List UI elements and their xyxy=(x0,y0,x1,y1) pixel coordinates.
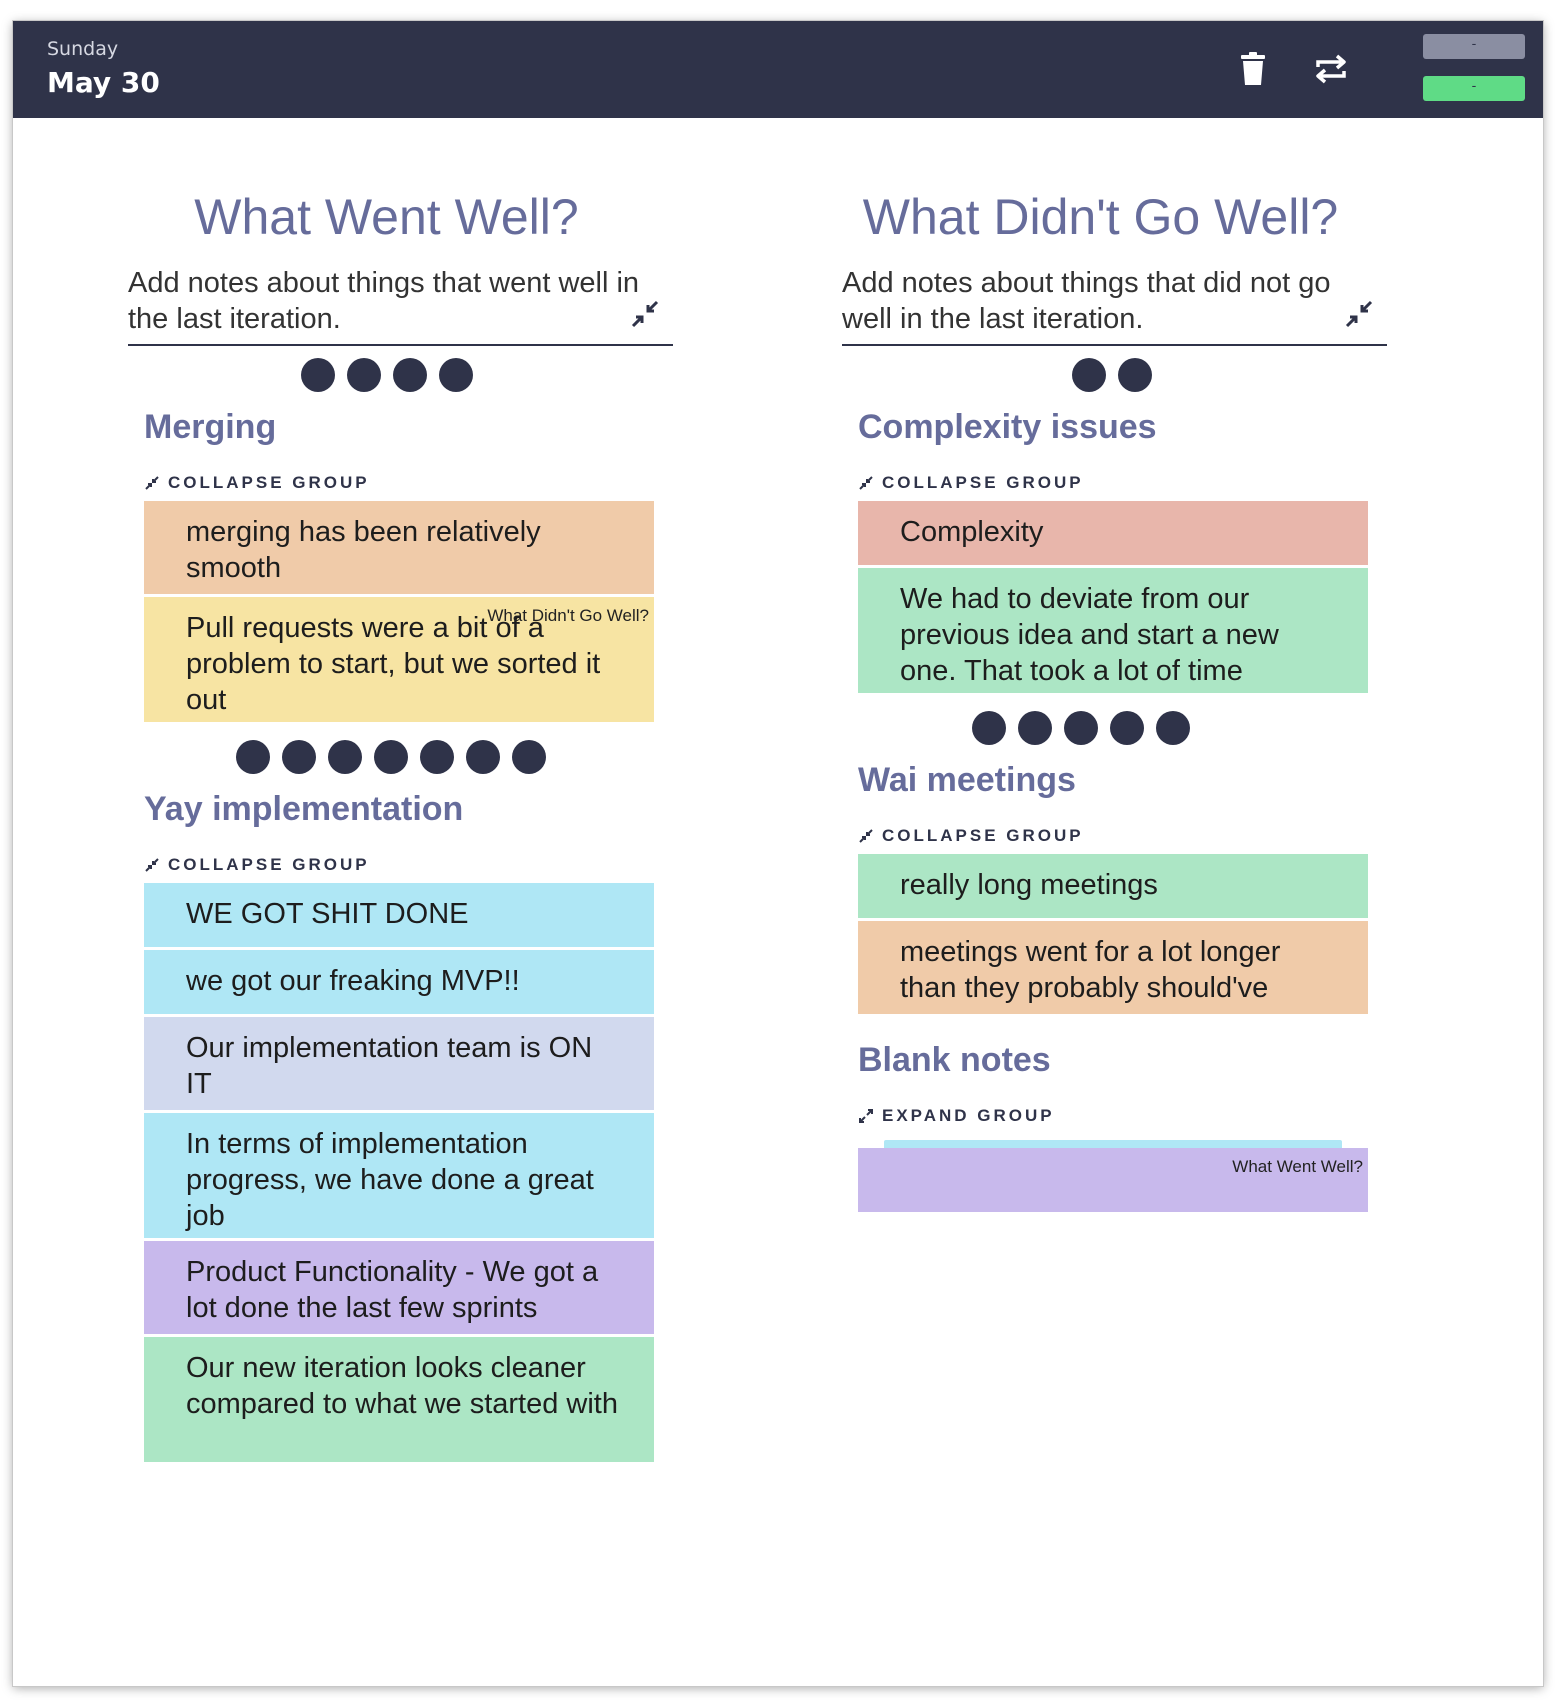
collapse-group-button[interactable]: COLLAPSE GROUP xyxy=(144,855,370,875)
collapse-icon xyxy=(859,829,873,843)
collapse-group-label: COLLAPSE GROUP xyxy=(168,855,370,874)
note-card[interactable]: meetings went for a lot longer than they… xyxy=(858,921,1368,1014)
note-card[interactable]: Our new iteration looks cleaner compared… xyxy=(144,1337,654,1462)
note-card[interactable]: really long meetings xyxy=(858,854,1368,918)
collapse-icon xyxy=(145,858,159,872)
vote-dot xyxy=(512,740,546,774)
green-status-button[interactable]: - xyxy=(1423,76,1525,101)
gray-status-button[interactable]: - xyxy=(1423,34,1525,59)
vote-dot xyxy=(439,358,473,392)
vote-dot xyxy=(466,740,500,774)
vote-dot xyxy=(1110,711,1144,745)
group-title: Yay implementation xyxy=(144,790,464,828)
expand-icon xyxy=(859,1109,873,1123)
vote-dot xyxy=(972,711,1006,745)
note-card[interactable]: We had to deviate from our previous idea… xyxy=(858,568,1368,693)
vote-dot xyxy=(301,358,335,392)
swap-icon[interactable] xyxy=(1311,49,1351,89)
note-card[interactable]: Product Functionality - We got a lot don… xyxy=(144,1241,654,1334)
note-text: In terms of implementation progress, we … xyxy=(186,1128,594,1232)
note-text: Our implementation team is ON IT xyxy=(186,1032,593,1100)
note-card[interactable]: merging has been relatively smooth xyxy=(144,501,654,594)
trash-icon[interactable] xyxy=(1233,49,1273,89)
vote-dot xyxy=(282,740,316,774)
vote-dot xyxy=(236,740,270,774)
note-text: merging has been relatively smooth xyxy=(186,516,541,584)
expand-group-button[interactable]: EXPAND GROUP xyxy=(858,1106,1055,1126)
note-text: Product Functionality - We got a lot don… xyxy=(186,1256,599,1324)
group-title: Complexity issues xyxy=(858,408,1157,446)
collapse-icon[interactable] xyxy=(1343,298,1375,330)
vote-dot xyxy=(347,358,381,392)
vote-dot xyxy=(1072,358,1106,392)
date-label: May 30 xyxy=(47,66,160,99)
column-description: Add notes about things that did not go w… xyxy=(842,267,1331,335)
vote-dot xyxy=(1064,711,1098,745)
note-card[interactable]: we got our freaking MVP!! xyxy=(144,950,654,1014)
note-card[interactable]: In terms of implementation progress, we … xyxy=(144,1113,654,1238)
collapse-group-label: COLLAPSE GROUP xyxy=(168,473,370,492)
note-card[interactable]: What Went Well? xyxy=(858,1148,1368,1212)
note-text: We had to deviate from our previous idea… xyxy=(900,583,1279,687)
note-card[interactable]: Our implementation team is ON IT xyxy=(144,1017,654,1110)
note-text: really long meetings xyxy=(900,869,1158,901)
vote-dot xyxy=(328,740,362,774)
note-source-tag: What Went Well? xyxy=(1232,1157,1363,1176)
note-text: WE GOT SHIT DONE xyxy=(186,898,469,930)
note-card[interactable]: What Didn't Go Well? Pull requests were … xyxy=(144,597,654,722)
vote-dot xyxy=(1118,358,1152,392)
collapse-group-button[interactable]: COLLAPSE GROUP xyxy=(144,473,370,493)
collapse-group-label: COLLAPSE GROUP xyxy=(882,473,1084,492)
column-title: What Didn't Go Well? xyxy=(862,189,1339,245)
column-title: What Went Well? xyxy=(194,189,579,245)
vote-dot xyxy=(1156,711,1190,745)
note-card[interactable]: WE GOT SHIT DONE xyxy=(144,883,654,947)
app-window: Sunday May 30 - - What Went Well? Add no… xyxy=(13,21,1543,1686)
note-source-tag: What Didn't Go Well? xyxy=(487,606,649,625)
note-card[interactable]: Complexity xyxy=(858,501,1368,565)
collapse-group-label: COLLAPSE GROUP xyxy=(882,826,1084,845)
note-text: Complexity xyxy=(900,516,1044,548)
collapse-icon xyxy=(145,476,159,490)
top-bar: Sunday May 30 - - xyxy=(13,21,1543,118)
collapse-group-button[interactable]: COLLAPSE GROUP xyxy=(858,826,1084,846)
column-divider xyxy=(128,344,673,346)
vote-dots xyxy=(972,711,1190,745)
group-title: Blank notes xyxy=(858,1041,1051,1079)
note-text: meetings went for a lot longer than they… xyxy=(900,936,1281,1004)
weekday-label: Sunday xyxy=(47,38,119,60)
collapse-icon[interactable] xyxy=(629,298,661,330)
vote-dot xyxy=(1018,711,1052,745)
group-title: Merging xyxy=(144,408,277,446)
vote-dot xyxy=(420,740,454,774)
note-text: we got our freaking MVP!! xyxy=(186,965,520,997)
column-divider xyxy=(842,344,1387,346)
vote-dots xyxy=(301,358,473,392)
vote-dot xyxy=(374,740,408,774)
vote-dot xyxy=(393,358,427,392)
note-text: Our new iteration looks cleaner compared… xyxy=(186,1352,618,1420)
group-title: Wai meetings xyxy=(858,761,1076,799)
collapse-group-button[interactable]: COLLAPSE GROUP xyxy=(858,473,1084,493)
expand-group-label: EXPAND GROUP xyxy=(882,1106,1055,1125)
vote-dots xyxy=(1072,358,1152,392)
collapse-icon xyxy=(859,476,873,490)
vote-dots xyxy=(236,740,546,774)
column-description: Add notes about things that went well in… xyxy=(128,267,640,335)
